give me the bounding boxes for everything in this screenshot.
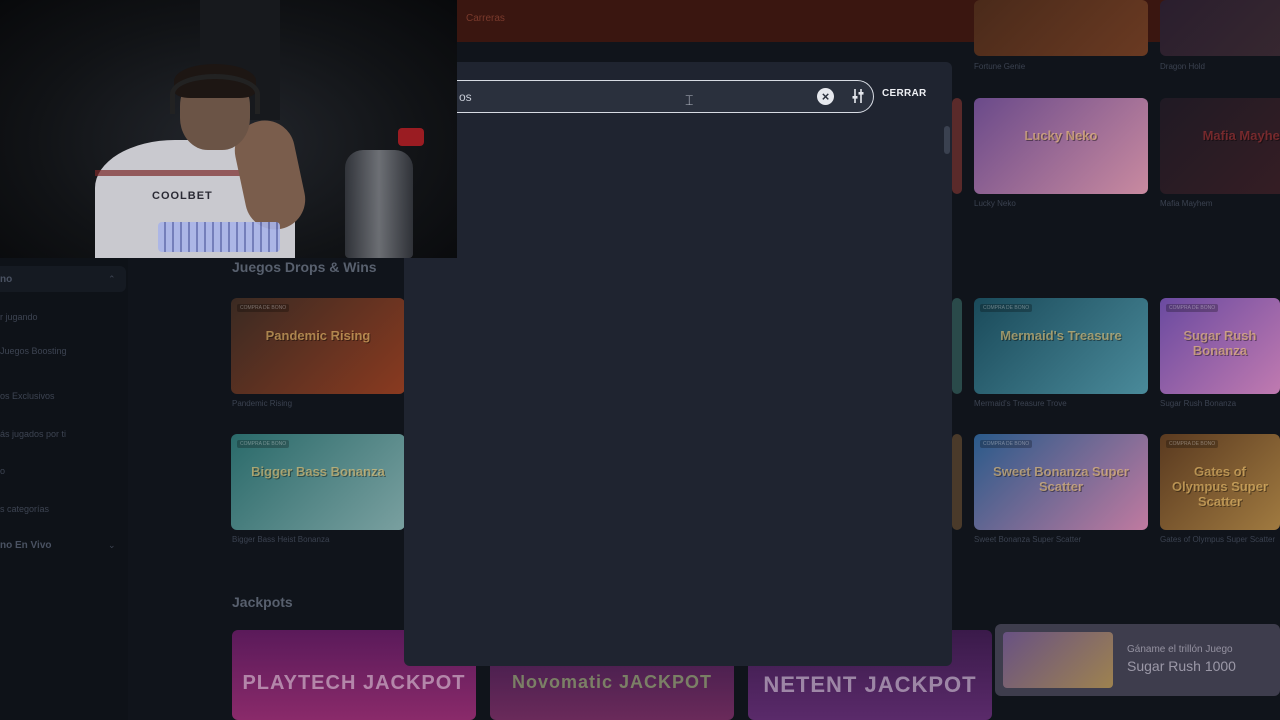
sidebar-item-casino-en-vivo[interactable]: no En Vivo <box>0 540 52 551</box>
keyboard <box>158 222 280 252</box>
game-tile-bigger-bass[interactable]: COMPRA DE BONO Bigger Bass Bonanza <box>231 434 405 530</box>
game-tile-caption: Mafia Mayhem <box>1160 199 1213 208</box>
game-tile-title: Mafia Mayhem <box>1202 128 1280 143</box>
sidebar-item-mas-jugados[interactable]: ás jugados por ti <box>0 429 66 439</box>
game-tile-edge[interactable] <box>952 98 962 194</box>
game-tile-caption: Lucky Neko <box>974 199 1016 208</box>
chevron-down-icon[interactable]: ⌄ <box>108 540 116 551</box>
game-tile-mermaids-treasure[interactable]: COMPRA DE BONO Mermaid's Treasure <box>974 298 1148 394</box>
promo-line: Gáname el trillón Juego <box>1127 644 1233 655</box>
game-tile-sweet-bonanza[interactable]: COMPRA DE BONO Sweet Bonanza Super Scatt… <box>974 434 1148 530</box>
game-tile-caption: Dragon Hold <box>1160 62 1205 71</box>
nav-item-carreras[interactable]: Carreras <box>466 13 505 24</box>
sidebar-item-casino[interactable]: no <box>0 274 12 285</box>
game-tile-title: Lucky Neko <box>1024 128 1098 143</box>
search-input[interactable] <box>459 84 809 109</box>
sidebar <box>0 258 128 720</box>
webcam-overlay: COOLBET <box>0 0 457 258</box>
game-tile-lucky-neko[interactable]: Lucky Neko <box>974 98 1148 194</box>
game-tile-edge[interactable] <box>952 298 962 394</box>
chevron-up-icon[interactable]: ⌃ <box>108 274 116 285</box>
game-tile-caption: Pandemic Rising <box>232 399 293 408</box>
buy-bonus-tag: COMPRA DE BONO <box>237 440 290 448</box>
sidebar-item-other[interactable]: o <box>0 466 5 476</box>
game-tile-mafia-mayhem[interactable]: Mafia Mayhem <box>1160 98 1280 194</box>
promo-game-name: Sugar Rush 1000 <box>1127 658 1236 674</box>
search-modal <box>404 62 952 666</box>
close-search-button[interactable]: CERRAR <box>882 88 927 99</box>
bottle-cap <box>398 128 424 146</box>
game-tile-title: Mermaid's Treasure <box>1000 328 1122 343</box>
game-tile-caption: Gates of Olympus Super Scatter <box>1160 535 1276 544</box>
promo-thumbnail <box>1003 632 1113 688</box>
jackpot-label: PLAYTECH JACKPOT <box>242 672 466 694</box>
sidebar-item-boosting[interactable]: Juegos Boosting <box>0 346 67 356</box>
buy-bonus-tag: COMPRA DE BONO <box>980 440 1033 448</box>
game-tile-gates-olympus[interactable]: COMPRA DE BONO Gates of Olympus Super Sc… <box>1160 434 1280 530</box>
jackpot-label: Novomatic JACKPOT <box>511 672 713 692</box>
section-title-drops-wins: Juegos Drops & Wins <box>232 259 377 275</box>
section-title-jackpots: Jackpots <box>232 594 293 610</box>
screen: Carreras 🎁 ⌕ ☺ Fortune Genie Dragon Hold… <box>0 0 1280 720</box>
game-tile-pandemic-rising[interactable]: COMPRA DE BONO Pandemic Rising <box>231 298 405 394</box>
game-tile-fortune[interactable] <box>974 0 1148 56</box>
text-cursor-icon: ⌶ <box>685 92 694 108</box>
buy-bonus-tag: COMPRA DE BONO <box>1166 440 1219 448</box>
sidebar-item-exclusivos[interactable]: os Exclusivos <box>0 391 55 401</box>
buy-bonus-tag: COMPRA DE BONO <box>1166 304 1219 312</box>
game-tile-sugar-rush-bonanza[interactable]: COMPRA DE BONO Sugar Rush Bonanza <box>1160 298 1280 394</box>
modal-scrollbar[interactable] <box>944 126 950 154</box>
game-tile-caption: Bigger Bass Heist Bonanza <box>232 535 330 544</box>
game-tile-caption: Mermaid's Treasure Trove <box>974 399 1067 408</box>
game-tile-caption: Sugar Rush Bonanza <box>1160 399 1237 408</box>
clear-search-icon[interactable]: × <box>817 88 834 105</box>
game-tile-caption: Sweet Bonanza Super Scatter <box>974 535 1082 544</box>
game-tile-dragon[interactable] <box>1160 0 1280 56</box>
filter-sliders-icon[interactable] <box>849 87 867 105</box>
buy-bonus-tag: COMPRA DE BONO <box>237 304 290 312</box>
sidebar-item-seguir-jugando[interactable]: r jugando <box>0 312 38 322</box>
promo-toast[interactable]: Gáname el trillón Juego Sugar Rush 1000 <box>995 624 1280 696</box>
game-tile-edge[interactable] <box>952 434 962 530</box>
game-tile-title: Bigger Bass Bonanza <box>251 464 385 479</box>
jackpot-label: NETENT JACKPOT <box>763 672 977 697</box>
game-tile-title: Pandemic Rising <box>265 328 371 343</box>
game-tile-title: Gates of Olympus Super Scatter <box>1171 464 1269 509</box>
sidebar-item-categorias[interactable]: s categorías <box>0 504 49 514</box>
game-tile-caption: Fortune Genie <box>974 62 1026 71</box>
game-tile-title: Sweet Bonanza Super Scatter <box>993 464 1129 494</box>
headset <box>170 74 260 114</box>
buy-bonus-tag: COMPRA DE BONO <box>980 304 1033 312</box>
shirt-logo: COOLBET <box>152 190 213 202</box>
bottle <box>345 150 413 258</box>
game-tile-title: Sugar Rush Bonanza <box>1183 328 1257 358</box>
